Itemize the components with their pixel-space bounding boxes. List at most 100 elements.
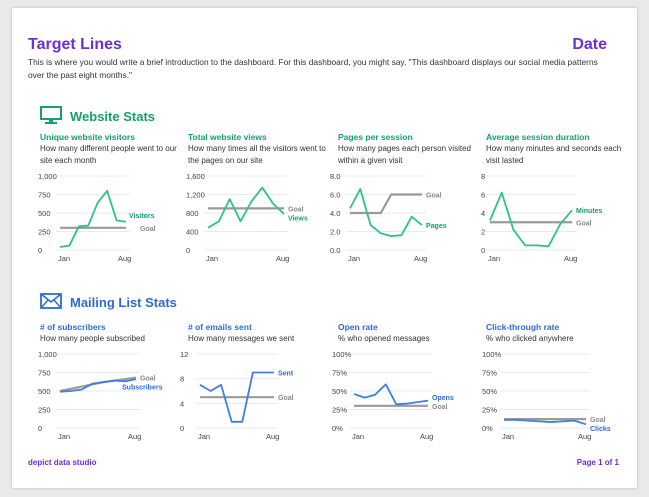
y-tick-label: 1,000 [38,350,57,359]
y-tick-label: 1,000 [38,172,57,181]
goal-line [350,193,422,215]
x-tick-label: Aug [420,432,433,441]
panel-description: How many people subscribed [40,334,145,343]
y-tick-label: 0 [186,246,190,255]
website-stats-title: Website Stats [70,109,156,124]
page-title: Target Lines [28,36,122,53]
y-tick-label: 25% [482,406,497,415]
panel-ctr: Click-through rate % who clicked anywher… [486,322,626,345]
page-date: Date [572,36,607,53]
goal-label: Goal [288,206,304,213]
y-tick-label: 50% [332,387,347,396]
panel-title: Open rate [338,322,378,332]
panel-openrate: Open rate % who opened messages [338,322,478,345]
panel-title: Total website views [188,132,267,142]
y-tick-label: 4 [481,209,485,218]
series-line [353,383,429,406]
panel-description: % who opened messages [338,334,430,343]
chart-views: 0 400 800 1,200 1,600 Jan Aug Goal Views [186,172,308,263]
x-tick-label: Aug [564,254,577,263]
series-line [504,418,587,426]
goal-label: Goal [426,193,442,200]
series-label: Pages [426,223,447,230]
y-tick-label: 4.0 [330,209,340,218]
y-tick-label: 0% [482,424,493,433]
x-tick-label: Jan [198,432,210,441]
y-tick-label: 0 [481,246,485,255]
y-tick-label: 800 [186,209,199,218]
series-line [59,189,127,248]
y-tick-label: 2.0 [330,228,340,237]
y-tick-label: 100% [482,350,502,359]
website-stats-heading: Website Stats [40,106,155,127]
y-tick-label: 250 [38,228,51,237]
x-tick-label: Aug [128,432,141,441]
y-tick-label: 750 [38,191,51,200]
y-tick-label: 0 [38,246,42,255]
y-tick-label: 100% [332,350,352,359]
chart-subscribers: 0 250 500 750 1,000 Jan Aug Goal Subscribers [38,350,163,441]
x-tick-label: Aug [118,254,131,263]
panel-description: % who clicked anywhere [486,334,574,343]
x-tick-label: Jan [58,254,70,263]
series-label: Minutes [576,208,603,215]
series-label: Subscribers [122,385,163,392]
chart-emails: 0 4 8 12 Jan Aug Goal Sent [180,350,294,441]
chart-minutes: 0 2 4 6 8 Jan Aug Goal Minutes [481,172,603,263]
series-label: Opens [432,395,454,402]
footer-brand: depict data studio [28,458,97,467]
panel-emails: # of emails sent How many messages we se… [188,322,328,345]
y-tick-label: 1,600 [186,172,205,181]
panel-title: Average session duration [486,132,590,142]
y-tick-label: 250 [38,406,51,415]
panel-title: # of emails sent [188,322,252,332]
footer-page-number: Page 1 of 1 [576,458,619,467]
panel-description: How many times all the visitors went to … [188,144,326,165]
series-label: Visitors [129,213,155,220]
panel-description: How many messages we sent [188,334,295,343]
x-tick-label: Jan [348,254,360,263]
goal-label: Goal [140,376,156,383]
panel-title: Pages per session [338,132,413,142]
y-tick-label: 500 [38,209,51,218]
mailing-stats-title: Mailing List Stats [70,295,177,310]
panel-title: Click-through rate [486,322,560,332]
y-tick-label: 6 [481,191,485,200]
monitor-icon [40,106,62,127]
chart-openrate: 0% 25% 50% 75% 100% Jan Aug Goal Opens [332,350,454,441]
y-tick-label: 400 [186,228,199,237]
y-tick-label: 1,200 [186,191,205,200]
panel-title: # of subscribers [40,322,106,332]
series-label: Clicks [590,426,611,433]
panel-description: How many minutes and seconds each visit … [486,144,622,165]
series-label: Sent [278,371,294,378]
x-tick-label: Aug [578,432,591,441]
previous-page-strip [0,0,649,8]
y-tick-label: 25% [332,406,347,415]
goal-label: Goal [140,226,156,233]
envelope-icon [40,293,62,312]
y-tick-label: 6.0 [330,191,340,200]
x-tick-label: Jan [352,432,364,441]
y-tick-label: 2 [481,228,485,237]
panel-minutes: Average session duration How many minute… [486,132,626,167]
panel-description: How many pages each person visited withi… [338,144,471,165]
goal-label: Goal [432,404,448,411]
y-tick-label: 50% [482,387,497,396]
intro-text: This is where you would write a brief in… [28,57,598,80]
series-line [489,191,573,248]
y-tick-label: 0% [332,424,343,433]
y-tick-label: 8 [180,375,184,384]
x-tick-label: Jan [488,254,500,263]
x-tick-label: Aug [276,254,289,263]
panel-description: How many different people went to our si… [40,144,177,165]
y-tick-label: 12 [180,350,188,359]
panel-pages: Pages per session How many pages each pe… [338,132,478,167]
y-tick-label: 4 [180,399,184,408]
mailing-stats-heading: Mailing List Stats [40,293,177,312]
panel-views: Total website views How many times all t… [188,132,328,167]
goal-label: Goal [590,417,606,424]
x-tick-label: Jan [206,254,218,263]
y-tick-label: 75% [482,369,497,378]
chart-pages: 0.0 2.0 4.0 6.0 8.0 Jan Aug Goal Pages [330,172,447,263]
